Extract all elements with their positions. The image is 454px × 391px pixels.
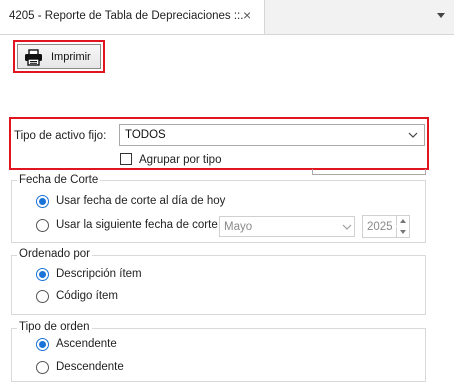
print-button-label: Imprimir [51,51,91,63]
year-spinner[interactable]: 2025 [362,215,410,238]
month-select[interactable]: Mayo [219,216,355,237]
obscured-control-edge [312,169,426,175]
cutoff-today-label: Usar fecha de corte al día de hoy [56,195,226,207]
cutoff-custom-radio[interactable] [36,219,49,232]
year-value: 2025 [367,221,393,233]
asset-type-label: Tipo de activo fijo: [14,130,107,142]
group-by-type-label: Agrupar por tipo [139,154,222,166]
sort-descending-radio[interactable] [36,361,49,374]
cutoff-custom-label: Usar la siguiente fecha de corte [56,219,218,231]
print-button[interactable]: Imprimir [17,44,101,69]
sort-type-group [11,328,426,382]
dropdown-arrow-icon[interactable] [437,13,445,18]
arrow-up-icon [400,219,406,223]
month-value: Mayo [224,221,253,233]
tab-report[interactable]: 4205 - Reporte de Tabla de Depreciacione… [0,0,265,34]
close-icon[interactable]: × [243,8,251,22]
order-code-radio[interactable] [36,290,49,303]
cutoff-today-radio[interactable] [36,195,49,208]
sort-ascending-label: Ascendente [56,338,117,350]
year-up-button[interactable] [396,216,409,226]
order-code-label: Código ítem [56,290,119,302]
chevron-down-icon [342,224,352,230]
tab-title: 4205 - Reporte de Tabla de Depreciacione… [9,10,244,22]
sort-type-legend: Tipo de orden [17,321,92,333]
order-by-group [11,255,426,315]
arrow-down-icon [400,230,406,234]
group-by-type-checkbox[interactable] [120,153,132,165]
order-by-legend: Ordenado por [17,248,92,260]
sort-ascending-radio[interactable] [36,338,49,351]
sort-descending-label: Descendente [56,361,124,373]
year-down-button[interactable] [396,227,409,237]
asset-type-select[interactable]: TODOS [119,124,425,146]
order-description-radio[interactable] [36,268,49,281]
chevron-down-icon [408,132,418,138]
printer-icon [25,49,42,66]
cutoff-date-legend: Fecha de Corte [17,174,101,186]
asset-type-value: TODOS [125,129,166,141]
order-description-label: Descripción ítem [56,268,142,280]
